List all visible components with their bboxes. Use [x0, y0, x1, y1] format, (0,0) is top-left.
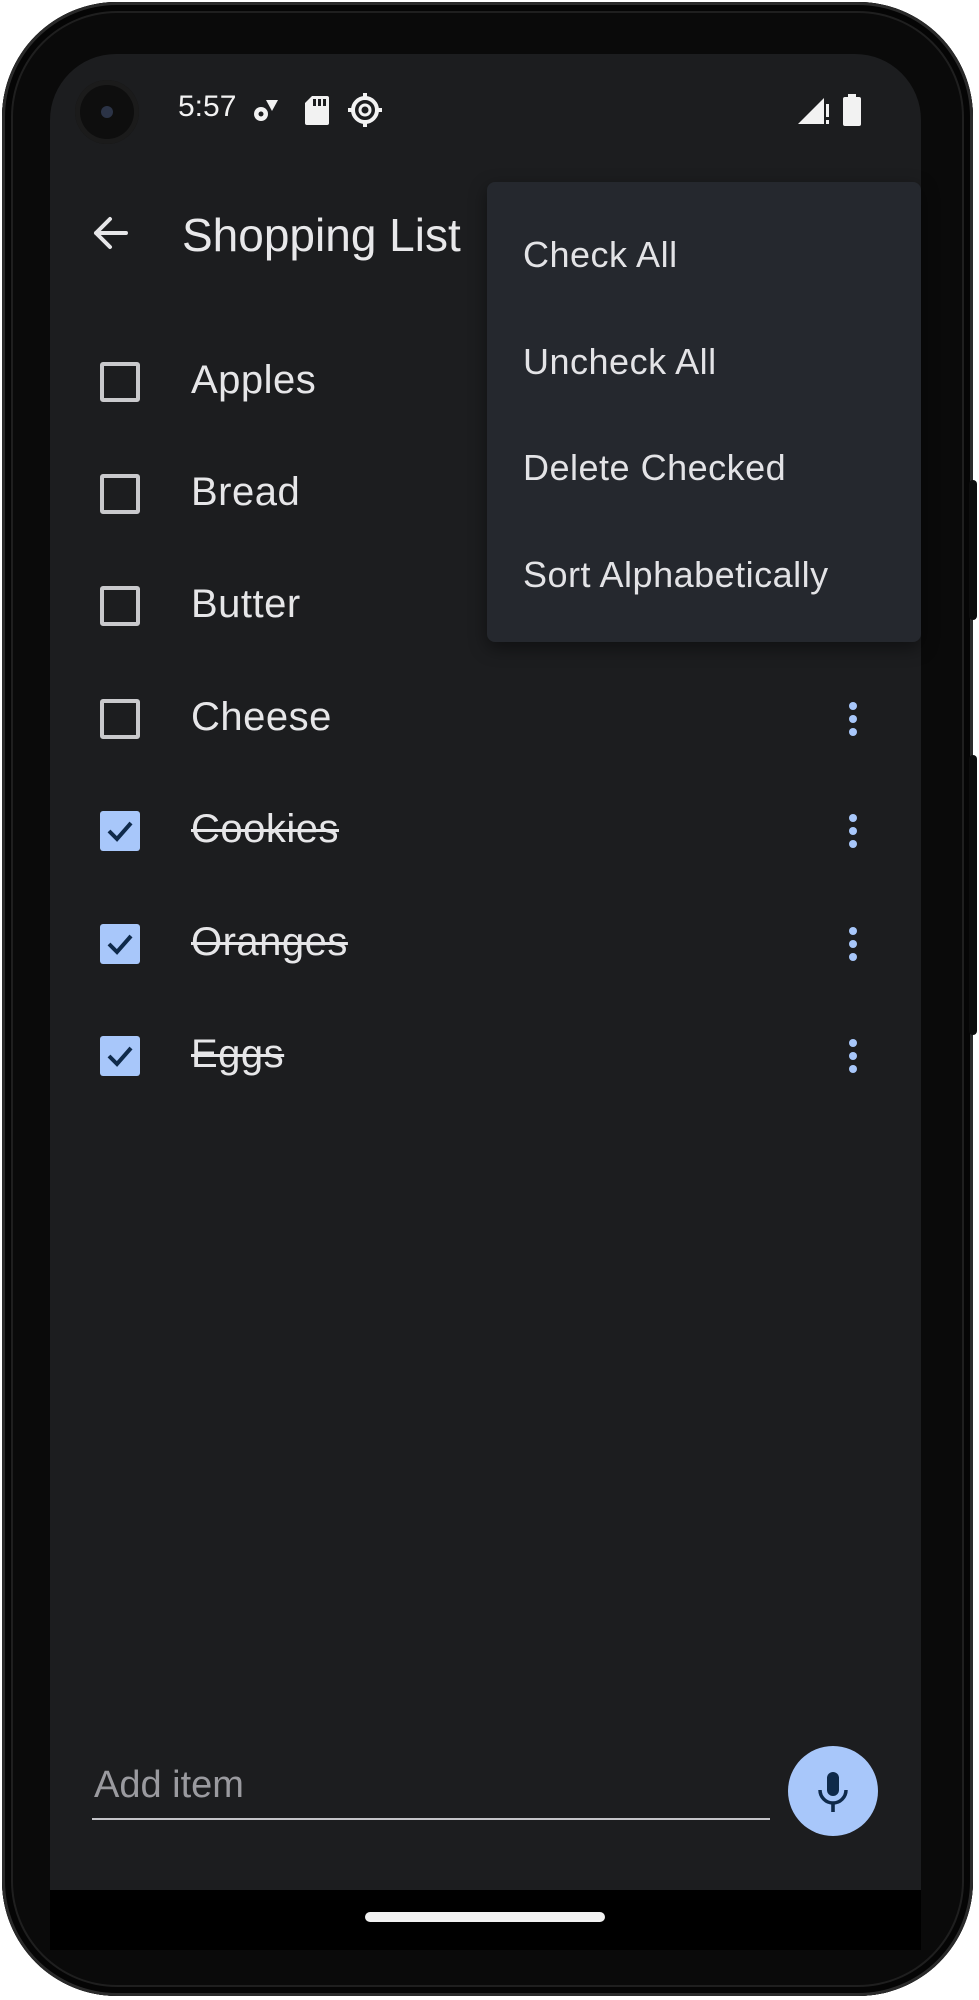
power-button [969, 480, 977, 620]
front-camera [75, 80, 139, 144]
menu-item-label: Sort Alphabetically [523, 554, 829, 595]
menu-item-uncheck-all[interactable]: Uncheck All [487, 307, 921, 413]
gear-badge-icon [348, 93, 382, 127]
menu-item-check-all[interactable]: Check All [487, 200, 921, 306]
settings-sync-icon [254, 100, 278, 121]
checkbox[interactable] [100, 362, 140, 402]
checkbox[interactable] [100, 1036, 140, 1076]
list-item[interactable]: Cheese [90, 669, 890, 769]
microphone-icon [818, 1772, 848, 1812]
check-icon [107, 1046, 133, 1067]
signal-alert-icon [798, 98, 829, 124]
checkbox[interactable] [100, 474, 140, 514]
more-vert-icon[interactable] [838, 806, 868, 856]
menu-item-label: Delete Checked [523, 447, 787, 488]
add-item-input[interactable] [92, 1752, 770, 1820]
menu-item-delete-checked[interactable]: Delete Checked [487, 413, 921, 519]
check-icon [107, 934, 133, 955]
menu-item-label: Uncheck All [523, 341, 717, 382]
status-time: 5:57 [178, 90, 237, 123]
menu-item-sort-alphabetically[interactable]: Sort Alphabetically [487, 520, 921, 626]
battery-icon [843, 94, 861, 126]
more-vert-icon[interactable] [838, 1031, 868, 1081]
sd-card-icon [305, 96, 329, 125]
more-vert-icon[interactable] [838, 694, 868, 744]
checkbox[interactable] [100, 586, 140, 626]
item-label: Apples [191, 358, 317, 402]
page-title: Shopping List [182, 209, 461, 261]
item-label: Eggs [191, 1032, 285, 1076]
check-icon [107, 821, 133, 842]
checkbox[interactable] [100, 811, 140, 851]
checkbox[interactable] [100, 924, 140, 964]
menu-item-label: Check All [523, 234, 678, 275]
list-item[interactable]: Cookies [90, 781, 890, 881]
overflow-menu: Check All Uncheck All Delete Checked Sor… [487, 182, 921, 642]
item-label: Cheese [191, 695, 332, 739]
home-indicator[interactable] [365, 1912, 605, 1922]
volume-button [969, 755, 977, 1035]
list-item[interactable]: Eggs [90, 1006, 890, 1106]
mic-button[interactable] [788, 1746, 878, 1836]
item-label: Oranges [191, 920, 348, 964]
arrow-back-icon[interactable] [86, 208, 136, 258]
item-label: Cookies [191, 807, 340, 851]
more-vert-icon[interactable] [838, 919, 868, 969]
item-label: Butter [191, 582, 301, 626]
checkbox[interactable] [100, 699, 140, 739]
list-item[interactable]: Oranges [90, 894, 890, 994]
item-label: Bread [191, 470, 301, 514]
